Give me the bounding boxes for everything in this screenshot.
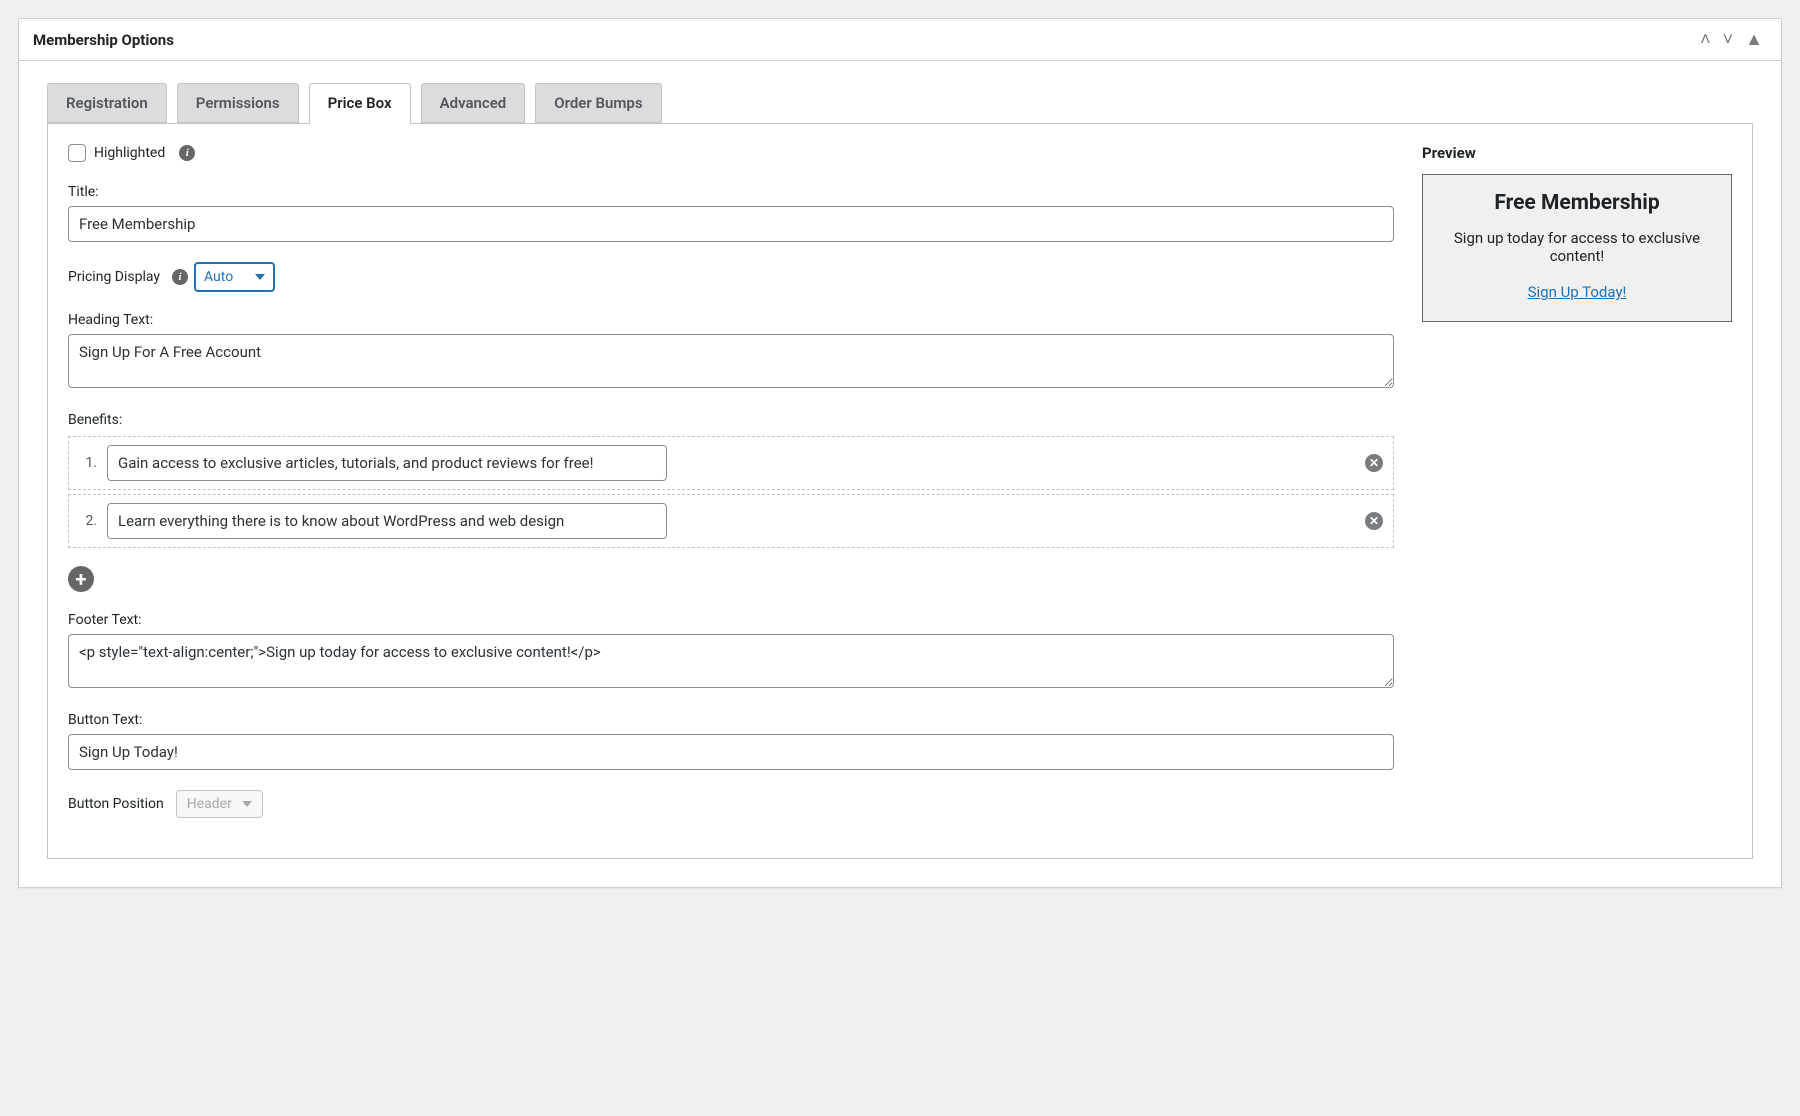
benefit-row[interactable]: 1. ✕ bbox=[68, 436, 1394, 490]
benefits-label: Benefits: bbox=[68, 412, 1394, 428]
button-position-label: Button Position bbox=[68, 796, 164, 812]
benefits-list: 1. ✕ 2. ✕ bbox=[68, 436, 1394, 548]
button-text-label: Button Text: bbox=[68, 712, 1394, 728]
benefit-input[interactable] bbox=[107, 445, 667, 481]
preview-footer-text: Sign up today for access to exclusive co… bbox=[1441, 229, 1713, 265]
heading-text-label: Heading Text: bbox=[68, 312, 1394, 328]
pricing-display-select[interactable]: Auto bbox=[194, 262, 275, 292]
remove-benefit-icon[interactable]: ✕ bbox=[1365, 512, 1383, 530]
benefit-number: 2. bbox=[79, 513, 97, 529]
tab-registration[interactable]: Registration bbox=[47, 83, 167, 123]
tab-permissions[interactable]: Permissions bbox=[177, 83, 299, 123]
tab-list: Registration Permissions Price Box Advan… bbox=[19, 61, 1781, 123]
button-position-select[interactable]: Header bbox=[176, 790, 263, 818]
benefit-row[interactable]: 2. ✕ bbox=[68, 494, 1394, 548]
info-icon[interactable]: i bbox=[179, 145, 195, 161]
preview-label: Preview bbox=[1422, 144, 1732, 162]
button-text-input[interactable] bbox=[68, 734, 1394, 770]
metabox-header: Membership Options ˄ ˅ ▲ bbox=[19, 19, 1781, 61]
add-benefit-button[interactable]: + bbox=[68, 566, 94, 592]
remove-benefit-icon[interactable]: ✕ bbox=[1365, 454, 1383, 472]
metabox-title: Membership Options bbox=[33, 31, 174, 49]
preview-signup-link[interactable]: Sign Up Today! bbox=[1528, 283, 1627, 301]
metabox-body: Registration Permissions Price Box Advan… bbox=[19, 61, 1781, 859]
price-box-panel: Highlighted i Title: Pricing Display i A… bbox=[47, 123, 1753, 859]
benefit-input[interactable] bbox=[107, 503, 667, 539]
heading-text-input[interactable] bbox=[68, 334, 1394, 388]
pricing-display-label: Pricing Display bbox=[68, 269, 160, 285]
membership-options-metabox: Membership Options ˄ ˅ ▲ Registration Pe… bbox=[18, 18, 1782, 888]
preview-box: Free Membership Sign up today for access… bbox=[1422, 174, 1732, 322]
highlighted-checkbox[interactable] bbox=[68, 144, 86, 162]
move-up-icon[interactable]: ˄ bbox=[1696, 29, 1715, 50]
form-column: Highlighted i Title: Pricing Display i A… bbox=[68, 144, 1394, 838]
tab-price-box[interactable]: Price Box bbox=[309, 83, 411, 124]
preview-title: Free Membership bbox=[1441, 191, 1713, 215]
title-input[interactable] bbox=[68, 206, 1394, 242]
preview-column: Preview Free Membership Sign up today fo… bbox=[1422, 144, 1732, 838]
move-down-icon[interactable]: ˅ bbox=[1719, 29, 1738, 50]
chevron-down-icon bbox=[242, 801, 252, 807]
highlighted-label: Highlighted bbox=[94, 145, 165, 161]
pricing-display-value: Auto bbox=[204, 269, 233, 285]
toggle-icon[interactable]: ▲ bbox=[1741, 29, 1767, 50]
footer-text-label: Footer Text: bbox=[68, 612, 1394, 628]
title-label: Title: bbox=[68, 184, 1394, 200]
button-position-value: Header bbox=[187, 796, 232, 812]
benefit-number: 1. bbox=[79, 455, 97, 471]
info-icon[interactable]: i bbox=[172, 269, 188, 285]
metabox-actions: ˄ ˅ ▲ bbox=[1696, 29, 1767, 50]
chevron-down-icon bbox=[255, 274, 265, 280]
tab-order-bumps[interactable]: Order Bumps bbox=[535, 83, 661, 123]
tab-advanced[interactable]: Advanced bbox=[421, 83, 526, 123]
highlighted-row: Highlighted i bbox=[68, 144, 1394, 162]
footer-text-input[interactable] bbox=[68, 634, 1394, 688]
